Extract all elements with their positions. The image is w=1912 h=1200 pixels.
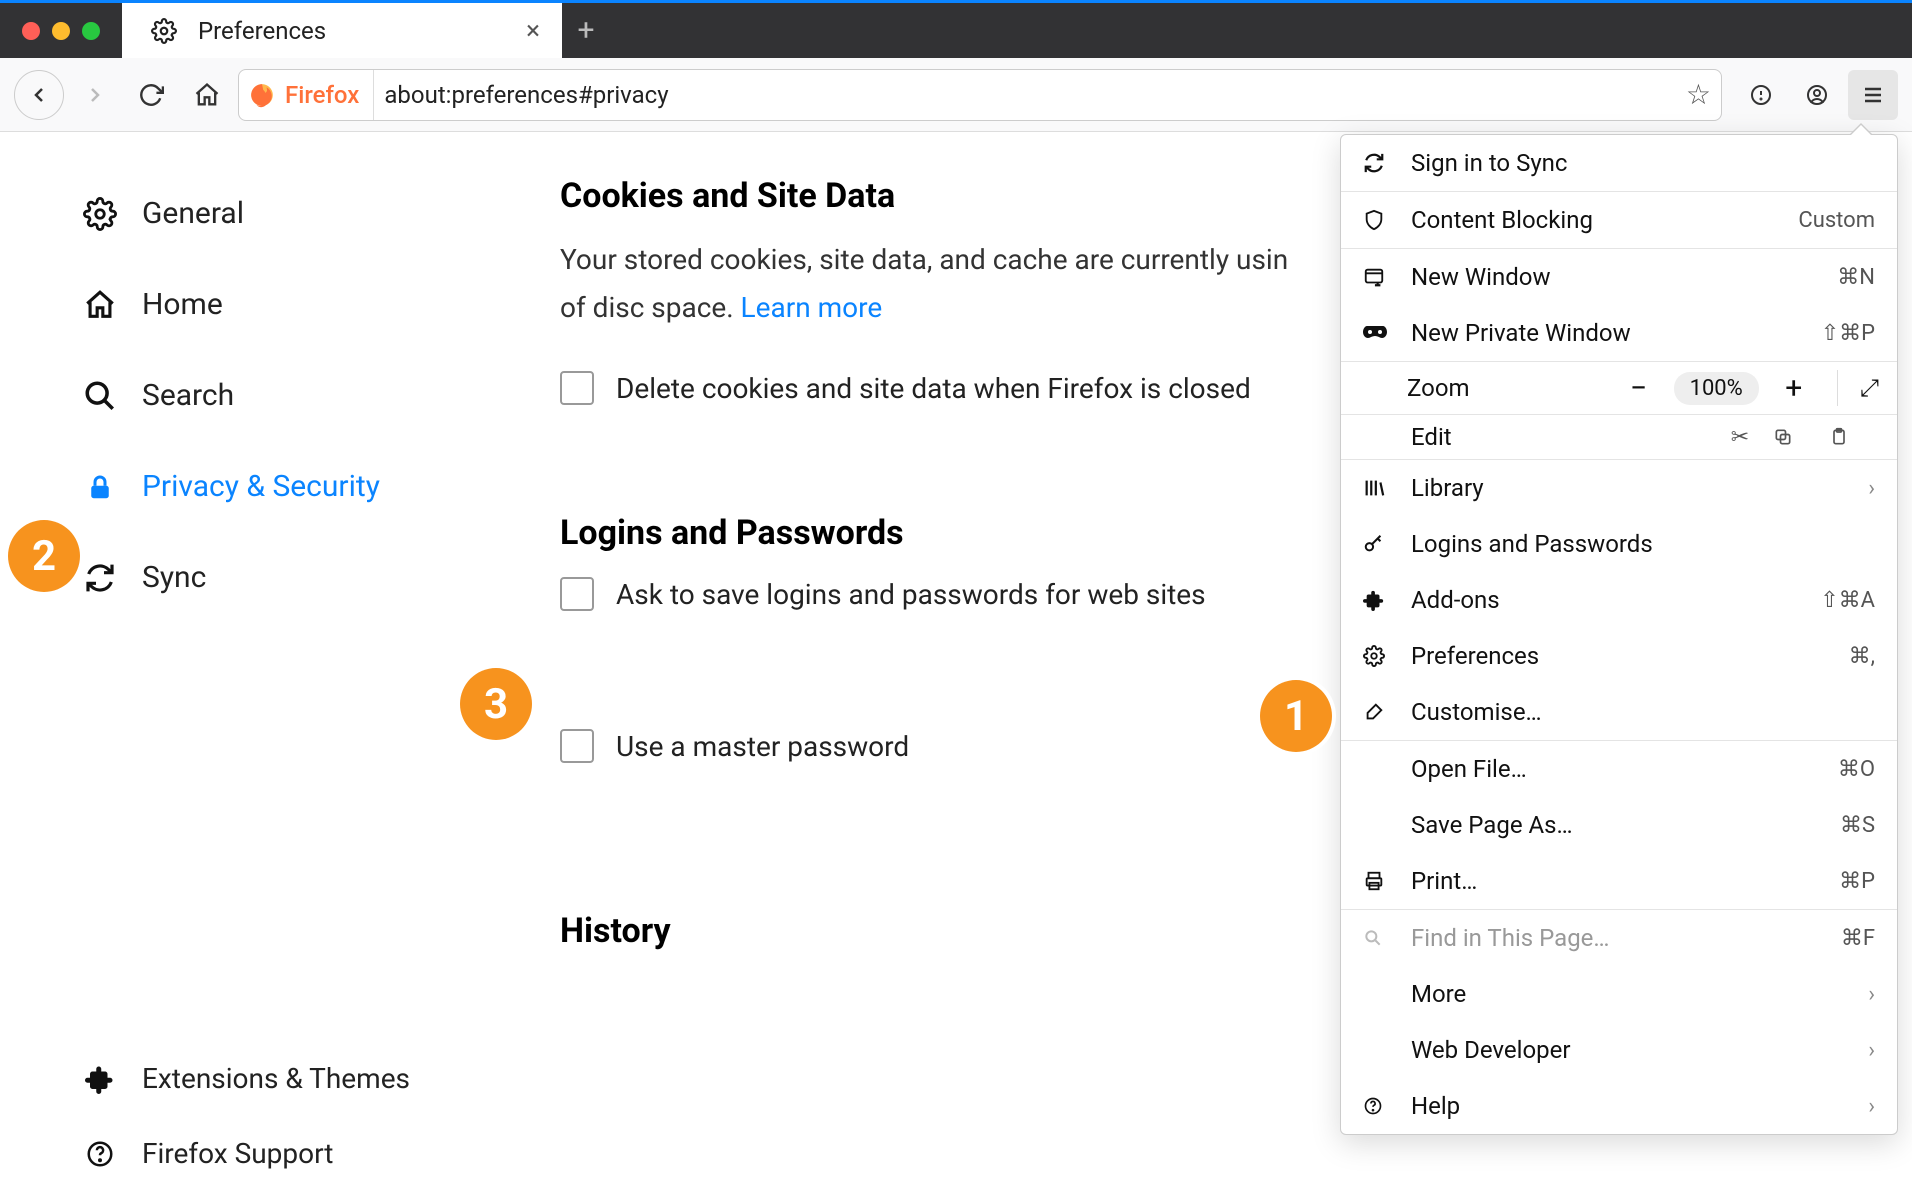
checkbox-label: Use a master password (616, 730, 909, 763)
url-text: about:preferences#privacy (384, 81, 668, 109)
menu-addons[interactable]: Add-ons ⇧⌘A (1341, 572, 1897, 628)
window-icon (1363, 266, 1393, 288)
mask-icon (1363, 326, 1393, 340)
sidebar-item-sync[interactable]: Sync (80, 560, 480, 595)
puzzle-icon (1363, 589, 1393, 611)
help-icon (1363, 1096, 1393, 1116)
step-badge-2: 2 (8, 520, 80, 592)
paste-icon[interactable] (1829, 427, 1875, 447)
menu-customise[interactable]: Customise… (1341, 684, 1897, 740)
close-tab-icon[interactable]: × (526, 18, 540, 44)
key-icon (1363, 533, 1393, 555)
print-icon (1363, 870, 1393, 892)
sidebar-item-support[interactable]: Firefox Support (80, 1137, 480, 1170)
chevron-right-icon: › (1868, 1094, 1875, 1119)
new-tab-button[interactable]: + (562, 13, 610, 48)
chevron-right-icon: › (1868, 982, 1875, 1007)
app-menu-panel: Sign in to Sync Content Blocking Custom … (1340, 134, 1898, 1135)
menu-find-in-page[interactable]: Find in This Page… ⌘F (1341, 910, 1897, 966)
puzzle-icon (80, 1064, 120, 1094)
library-icon (1363, 477, 1393, 499)
hamburger-menu-button[interactable] (1848, 70, 1898, 120)
home-button[interactable] (182, 81, 232, 109)
checkbox-icon[interactable] (560, 371, 594, 405)
search-icon (80, 379, 120, 413)
identity-box[interactable]: Firefox (249, 70, 374, 120)
tab-preferences[interactable]: Preferences × (122, 3, 562, 58)
zoom-out-button[interactable]: − (1618, 371, 1660, 406)
sidebar-item-extensions[interactable]: Extensions & Themes (80, 1062, 480, 1095)
search-icon (1363, 928, 1393, 948)
sidebar-item-label: General (142, 196, 244, 231)
zoom-in-button[interactable]: + (1773, 371, 1815, 406)
forward-button[interactable] (70, 70, 120, 120)
sidebar-item-label: Home (142, 287, 223, 322)
zoom-value[interactable]: 100% (1674, 372, 1759, 405)
sidebar-item-privacy[interactable]: Privacy & Security (80, 469, 480, 504)
sync-icon (80, 562, 120, 594)
sidebar-item-label: Privacy & Security (142, 469, 380, 504)
cut-icon[interactable]: ✂ (1717, 425, 1763, 450)
tab-title: Preferences (198, 17, 326, 45)
url-bar[interactable]: Firefox about:preferences#privacy ☆ (238, 69, 1722, 121)
fullscreen-icon[interactable]: ⤢ (1860, 374, 1879, 402)
menu-web-developer[interactable]: Web Developer › (1341, 1022, 1897, 1078)
sidebar-item-home[interactable]: Home (80, 287, 480, 322)
minimize-window-icon[interactable] (52, 22, 70, 40)
chevron-right-icon: › (1868, 476, 1875, 501)
menu-content-blocking[interactable]: Content Blocking Custom (1341, 192, 1897, 248)
bookmark-star-icon[interactable]: ☆ (1686, 78, 1711, 111)
paintbrush-icon (1363, 701, 1393, 723)
firefox-logo-icon (249, 82, 275, 108)
copy-icon[interactable] (1773, 427, 1819, 447)
sidebar-item-label: Firefox Support (142, 1137, 333, 1170)
back-button[interactable] (14, 70, 64, 120)
reader-mode-icon[interactable] (1736, 70, 1786, 120)
gear-icon (144, 18, 184, 44)
step-badge-1: 1 (1260, 680, 1332, 752)
navigation-toolbar: Firefox about:preferences#privacy ☆ (0, 58, 1912, 132)
tab-strip: Preferences × + (0, 0, 1912, 58)
shield-icon (1363, 209, 1393, 231)
cookies-description: Your stored cookies, site data, and cach… (560, 236, 1380, 331)
zoom-window-icon[interactable] (82, 22, 100, 40)
sidebar-item-search[interactable]: Search (80, 378, 480, 413)
menu-signin-sync[interactable]: Sign in to Sync (1341, 135, 1897, 191)
sidebar-item-label: Extensions & Themes (142, 1062, 410, 1095)
help-icon (80, 1139, 120, 1169)
gear-icon (80, 197, 120, 231)
step-badge-3: 3 (460, 668, 532, 740)
menu-print[interactable]: Print… ⌘P (1341, 853, 1897, 909)
menu-save-page-as[interactable]: Save Page As… ⌘S (1341, 797, 1897, 853)
sidebar-item-general[interactable]: General (80, 196, 480, 231)
menu-logins-passwords[interactable]: Logins and Passwords (1341, 516, 1897, 572)
lock-icon (80, 472, 120, 502)
checkbox-icon[interactable] (560, 729, 594, 763)
preferences-sidebar: General Home Search Privacy & Security S… (0, 132, 520, 1200)
menu-edit-row: Edit ✂ (1341, 415, 1897, 459)
menu-private-window[interactable]: New Private Window ⇧⌘P (1341, 305, 1897, 361)
menu-more[interactable]: More › (1341, 966, 1897, 1022)
chevron-right-icon: › (1868, 1038, 1875, 1063)
menu-new-window[interactable]: New Window ⌘N (1341, 249, 1897, 305)
account-icon[interactable] (1792, 70, 1842, 120)
learn-more-link[interactable]: Learn more (741, 291, 883, 324)
menu-help[interactable]: Help › (1341, 1078, 1897, 1134)
menu-zoom-row: Zoom − 100% + ⤢ (1341, 362, 1897, 414)
window-controls (0, 22, 122, 40)
sidebar-item-label: Sync (142, 560, 206, 595)
sidebar-item-label: Search (142, 378, 234, 413)
sync-icon (1363, 152, 1393, 174)
menu-preferences[interactable]: Preferences ⌘, (1341, 628, 1897, 684)
checkbox-icon[interactable] (560, 577, 594, 611)
reload-button[interactable] (126, 82, 176, 108)
close-window-icon[interactable] (22, 22, 40, 40)
home-icon (80, 288, 120, 322)
menu-library[interactable]: Library › (1341, 460, 1897, 516)
checkbox-label: Ask to save logins and passwords for web… (616, 578, 1206, 611)
menu-open-file[interactable]: Open File… ⌘O (1341, 741, 1897, 797)
gear-icon (1363, 645, 1393, 667)
identity-label: Firefox (285, 81, 359, 109)
checkbox-label: Delete cookies and site data when Firefo… (616, 372, 1251, 405)
